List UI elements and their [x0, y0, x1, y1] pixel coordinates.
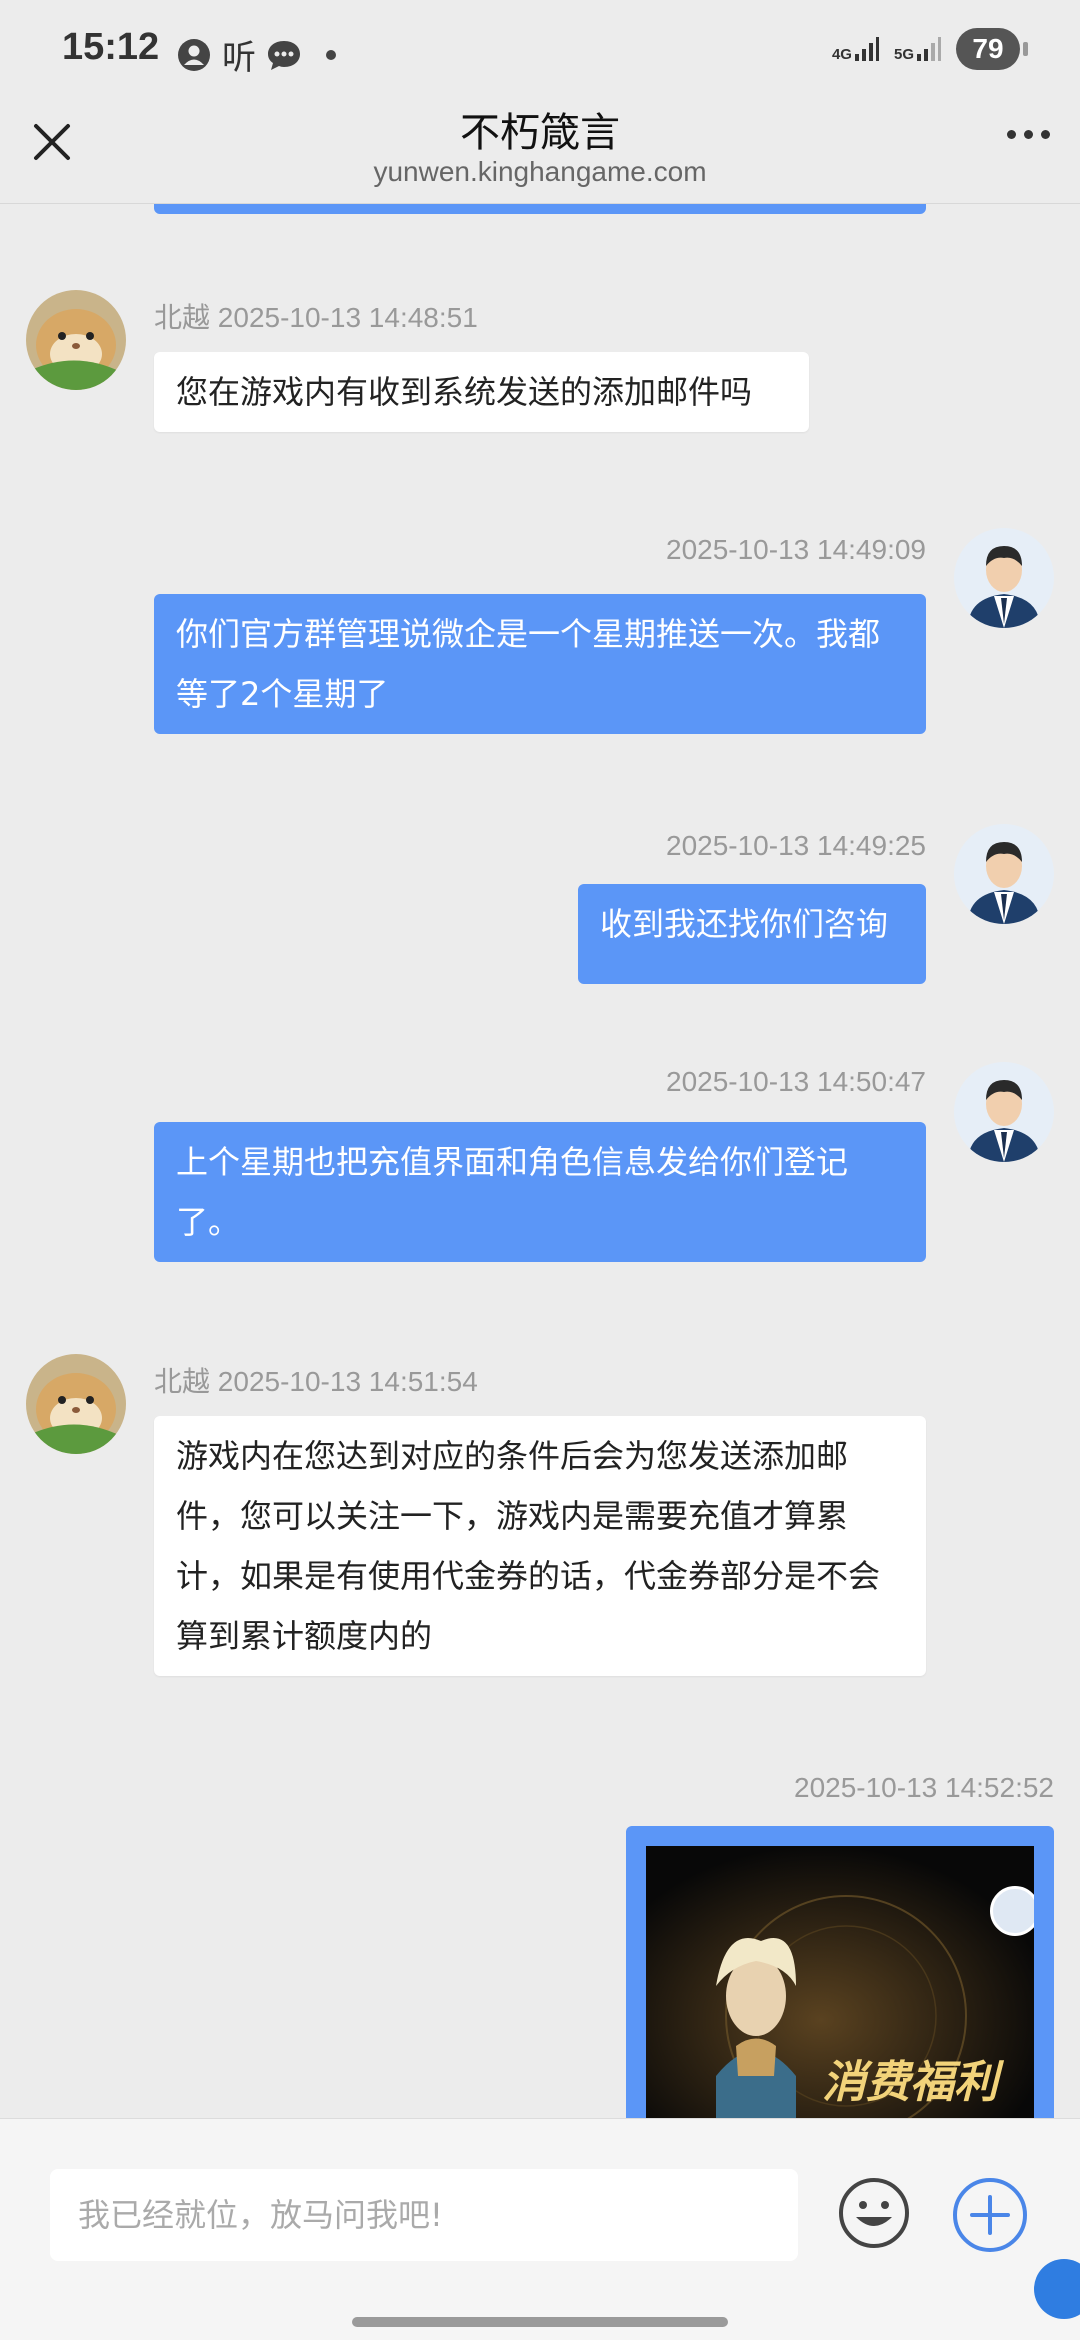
status-icons-left: 听 [176, 30, 336, 79]
user-avatar-icon [954, 1062, 1054, 1162]
home-indicator[interactable] [352, 2317, 728, 2327]
message-meta: 北越 2025-10-13 14:51:54 [154, 1360, 478, 1400]
status-bar: 15:12 听 4G 5G 79 [0, 0, 1080, 100]
agent-avatar[interactable] [26, 290, 126, 390]
signal-5g-icon: 5G [894, 36, 942, 62]
listen-app-icon: 听 [222, 38, 256, 78]
agent-avatar[interactable] [26, 1354, 126, 1454]
promo-image[interactable]: 消费福利 [646, 1846, 1034, 2118]
outgoing-message-bubble[interactable]: 收到我还找你们咨询 [578, 884, 926, 984]
message-time: 2025-10-13 14:51:54 [217, 1366, 478, 1397]
message-time: 2025-10-13 14:49:09 [666, 534, 926, 565]
message-time: 2025-10-13 14:49:25 [666, 830, 926, 861]
plus-icon [953, 2178, 1027, 2252]
message-time: 2025-10-13 14:48:51 [217, 302, 478, 333]
battery-indicator: 79 [956, 28, 1028, 70]
promo-chat-icon [990, 1886, 1034, 1936]
outgoing-message-bubble[interactable]: 上个星期也把充值界面和角色信息发给你们登记了。 [154, 1122, 926, 1262]
previous-message-bubble[interactable] [154, 204, 926, 214]
incoming-message-bubble[interactable]: 您在游戏内有收到系统发送的添加邮件吗 [154, 352, 809, 432]
message-time: 2025-10-13 14:50:47 [666, 1066, 926, 1097]
add-attachment-button[interactable] [952, 2177, 1028, 2253]
message-meta: 北越 2025-10-13 14:48:51 [154, 296, 478, 336]
message-input[interactable] [50, 2169, 798, 2261]
more-dot-icon [1007, 130, 1016, 139]
input-bar [0, 2118, 1080, 2340]
user-avatar-icon [954, 528, 1054, 628]
message-time: 2025-10-13 14:52:52 [794, 1772, 1054, 1803]
hamster-avatar-icon [26, 290, 126, 390]
emoji-button[interactable] [838, 2177, 910, 2249]
status-right: 4G 5G 79 [832, 28, 1028, 70]
page-url: yunwen.kinghangame.com [373, 156, 707, 187]
user-avatar[interactable] [954, 824, 1054, 924]
sender-name: 北越 [154, 302, 211, 333]
notification-dot [326, 49, 336, 60]
outgoing-message-bubble[interactable]: 你们官方群管理说微企是一个星期推送一次。我都等了2个星期了 [154, 594, 926, 734]
user-avatar-icon [954, 824, 1054, 924]
sender-name: 北越 [154, 1366, 211, 1397]
image-message[interactable]: 消费福利 [626, 1826, 1054, 2118]
message-icon [266, 37, 302, 73]
hamster-avatar-icon [26, 1354, 126, 1454]
account-icon [176, 37, 212, 73]
page-title: 不朽箴言 [460, 110, 620, 156]
emoji-icon [839, 2178, 909, 2248]
user-avatar[interactable] [954, 528, 1054, 628]
incoming-message-bubble[interactable]: 游戏内在您达到对应的条件后会为您发送添加邮件，您可以关注一下，游戏内是需要充值才… [154, 1416, 926, 1676]
signal-4g-icon: 4G [832, 36, 880, 62]
floating-chat-button[interactable] [1034, 2259, 1080, 2319]
status-time: 15:12 [62, 26, 160, 68]
promo-caption: 消费福利 [822, 2057, 998, 2108]
user-avatar[interactable] [954, 1062, 1054, 1162]
more-options-button[interactable] [1007, 130, 1050, 139]
page-header: 不朽箴言 yunwen.kinghangame.com [0, 100, 1080, 204]
chat-area[interactable]: 北越 2025-10-13 14:48:51 您在游戏内有收到系统发送的添加邮件… [0, 204, 1080, 2118]
